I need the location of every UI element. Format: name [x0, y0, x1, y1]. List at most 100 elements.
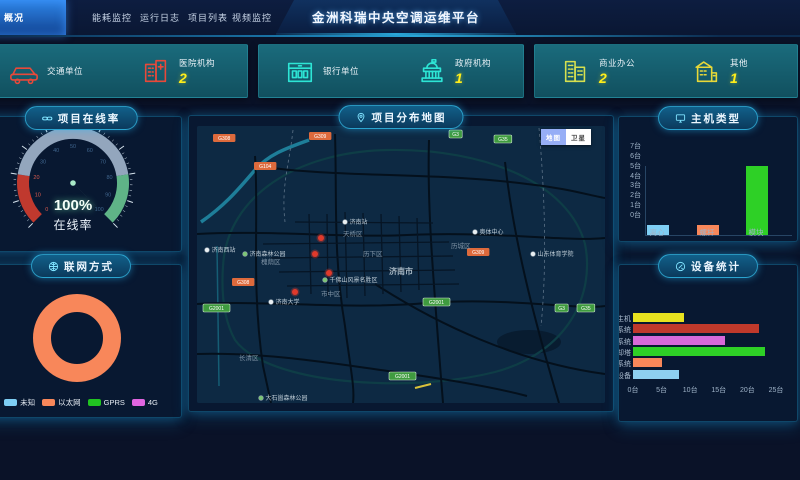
nav-tab-1[interactable]: 概况 [0, 0, 66, 36]
device-stats-chart: 主机泵系统阀系统冷却塔水系统计量设备0台5台10台15台20台25台 [619, 279, 797, 421]
bank-icon [285, 56, 315, 86]
svg-text:历下区: 历下区 [363, 250, 383, 258]
panel-host-type: 主机类型 0台1台2台3台4台5台6台7台离心螺杆模块 [618, 116, 798, 242]
svg-text:济南市: 济南市 [389, 266, 413, 276]
wrench-icon [675, 261, 686, 272]
stat-value: 2 [179, 70, 215, 86]
svg-text:30: 30 [40, 159, 46, 165]
svg-text:G308: G308 [237, 280, 249, 286]
road-badge-G308: G308 [232, 278, 254, 286]
svg-text:大石崮森林公园: 大石崮森林公园 [266, 394, 308, 402]
legend-item-未知[interactable]: 未知 [4, 397, 35, 408]
svg-text:长清区: 长清区 [239, 353, 259, 362]
map-canvas[interactable]: G308G309G3G35G104G309G308G2001G2001G2001… [197, 126, 605, 403]
legend-item-以太网[interactable]: 以太网 [42, 397, 81, 408]
project-marker[interactable] [318, 235, 324, 241]
svg-text:济南大学: 济南大学 [276, 298, 300, 306]
panel-title: 主机类型 [691, 111, 741, 126]
device-category-label: 主机 [619, 314, 631, 324]
panel-header-map: 项目分布地图 [339, 105, 464, 129]
svg-text:天桥区: 天桥区 [343, 229, 363, 238]
device-category-label: 计量设备 [619, 371, 631, 381]
link-icon [42, 113, 53, 124]
bar-模块 [746, 166, 768, 235]
stat-value: 1 [455, 70, 491, 86]
device-category-label: 水系统 [619, 359, 631, 369]
stat-label: 商业办公 [599, 57, 635, 69]
office-icon [561, 56, 591, 86]
hospital-icon [141, 56, 171, 86]
svg-text:G308: G308 [218, 136, 230, 142]
svg-text:济南西站: 济南西站 [212, 246, 236, 254]
road-badge-G35: G35 [577, 304, 595, 312]
road-badge-G104: G104 [254, 162, 276, 170]
svg-text:70: 70 [100, 159, 106, 165]
donut-slice-以太网 [42, 303, 112, 373]
x-axis-label: 25台 [766, 385, 786, 395]
satellite-layer-button[interactable]: 卫星 [566, 129, 591, 145]
map-layer-toggle: 地图 卫星 [541, 129, 591, 145]
svg-text:G3: G3 [558, 306, 565, 312]
y-axis-label: 3台 [619, 180, 641, 190]
svg-text:G35: G35 [498, 137, 508, 143]
road-badge-G2001: G2001 [203, 304, 230, 312]
x-axis-label: 5台 [652, 385, 672, 395]
stat-item: 其他1 [666, 56, 797, 86]
project-marker[interactable] [292, 289, 298, 295]
device-category-label: 冷却塔 [619, 348, 631, 358]
panel-project-map: 项目分布地图 [188, 115, 614, 412]
x-axis-label: 模块 [736, 227, 776, 238]
project-marker[interactable] [326, 270, 332, 276]
svg-text:G3: G3 [452, 132, 459, 138]
panel-network-type: 联网方式 未知以太网GPRS4G [0, 264, 182, 418]
panel-title: 设备统计 [691, 259, 741, 274]
map-pin-icon [356, 112, 367, 123]
map-poi: 千佛山风景名胜区 [323, 276, 378, 284]
stat-label: 医院机构 [179, 57, 215, 69]
host-type-chart: 0台1台2台3台4台5台6台7台离心螺杆模块 [619, 131, 797, 241]
online-rate-label: 在线率 [0, 216, 165, 233]
panel-header-network: 联网方式 [31, 254, 131, 278]
platform-title-box: 金洲科瑞中央空调运维平台 [276, 0, 516, 34]
panel-title: 项目分布地图 [372, 110, 447, 125]
road-badge-G2001: G2001 [423, 298, 450, 306]
svg-text:市中区: 市中区 [321, 289, 341, 298]
y-axis-label: 6台 [619, 151, 641, 161]
panel-device-stats: 设备统计 主机泵系统阀系统冷却塔水系统计量设备0台5台10台15台20台25台 [618, 264, 798, 422]
stat-value: 2 [599, 70, 635, 86]
y-axis-label: 7台 [619, 141, 641, 151]
project-marker[interactable] [312, 251, 318, 257]
device-category-label: 泵系统 [619, 325, 631, 335]
road-badge-G3: G3 [555, 304, 568, 312]
svg-text:G2001: G2001 [209, 306, 224, 312]
bar-冷却塔 [633, 347, 765, 356]
svg-text:山东体育学院: 山东体育学院 [538, 250, 574, 258]
panel-header-device-stats: 设备统计 [658, 254, 758, 278]
map-layer-button[interactable]: 地图 [541, 129, 566, 145]
platform-title: 金洲科瑞中央空调运维平台 [276, 0, 516, 32]
y-axis-label: 5台 [619, 161, 641, 171]
road-badge-G308: G308 [213, 134, 235, 142]
svg-text:80: 80 [106, 175, 112, 181]
stat-card-3: 商业办公2 其他1 [534, 44, 798, 98]
stat-label: 银行单位 [323, 65, 359, 77]
svg-text:济南森林公园: 济南森林公园 [250, 250, 286, 258]
nav-tab-3[interactable]: 运行日志 [138, 0, 182, 36]
legend-item-GPRS[interactable]: GPRS [88, 398, 125, 407]
svg-text:G35: G35 [581, 306, 591, 312]
stat-value: 1 [730, 70, 748, 86]
map-poi: 济南森林公园 [243, 250, 286, 258]
stat-item: 银行单位 [259, 56, 391, 86]
panel-title: 项目在线率 [58, 111, 121, 126]
online-rate-value: 100% [0, 197, 165, 214]
stat-label: 政府机构 [455, 57, 491, 69]
y-axis-label: 0台 [619, 210, 641, 220]
x-axis-label: 20台 [737, 385, 757, 395]
nav-tab-5[interactable]: 视频监控 [230, 0, 274, 36]
panel-header-online-rate: 项目在线率 [25, 106, 138, 130]
x-axis-label: 0台 [623, 385, 643, 395]
stat-label: 其他 [730, 57, 748, 69]
nav-tab-4[interactable]: 项目列表 [186, 0, 230, 36]
legend-item-4G[interactable]: 4G [132, 398, 158, 407]
nav-tab-2[interactable]: 能耗监控 [90, 0, 134, 36]
